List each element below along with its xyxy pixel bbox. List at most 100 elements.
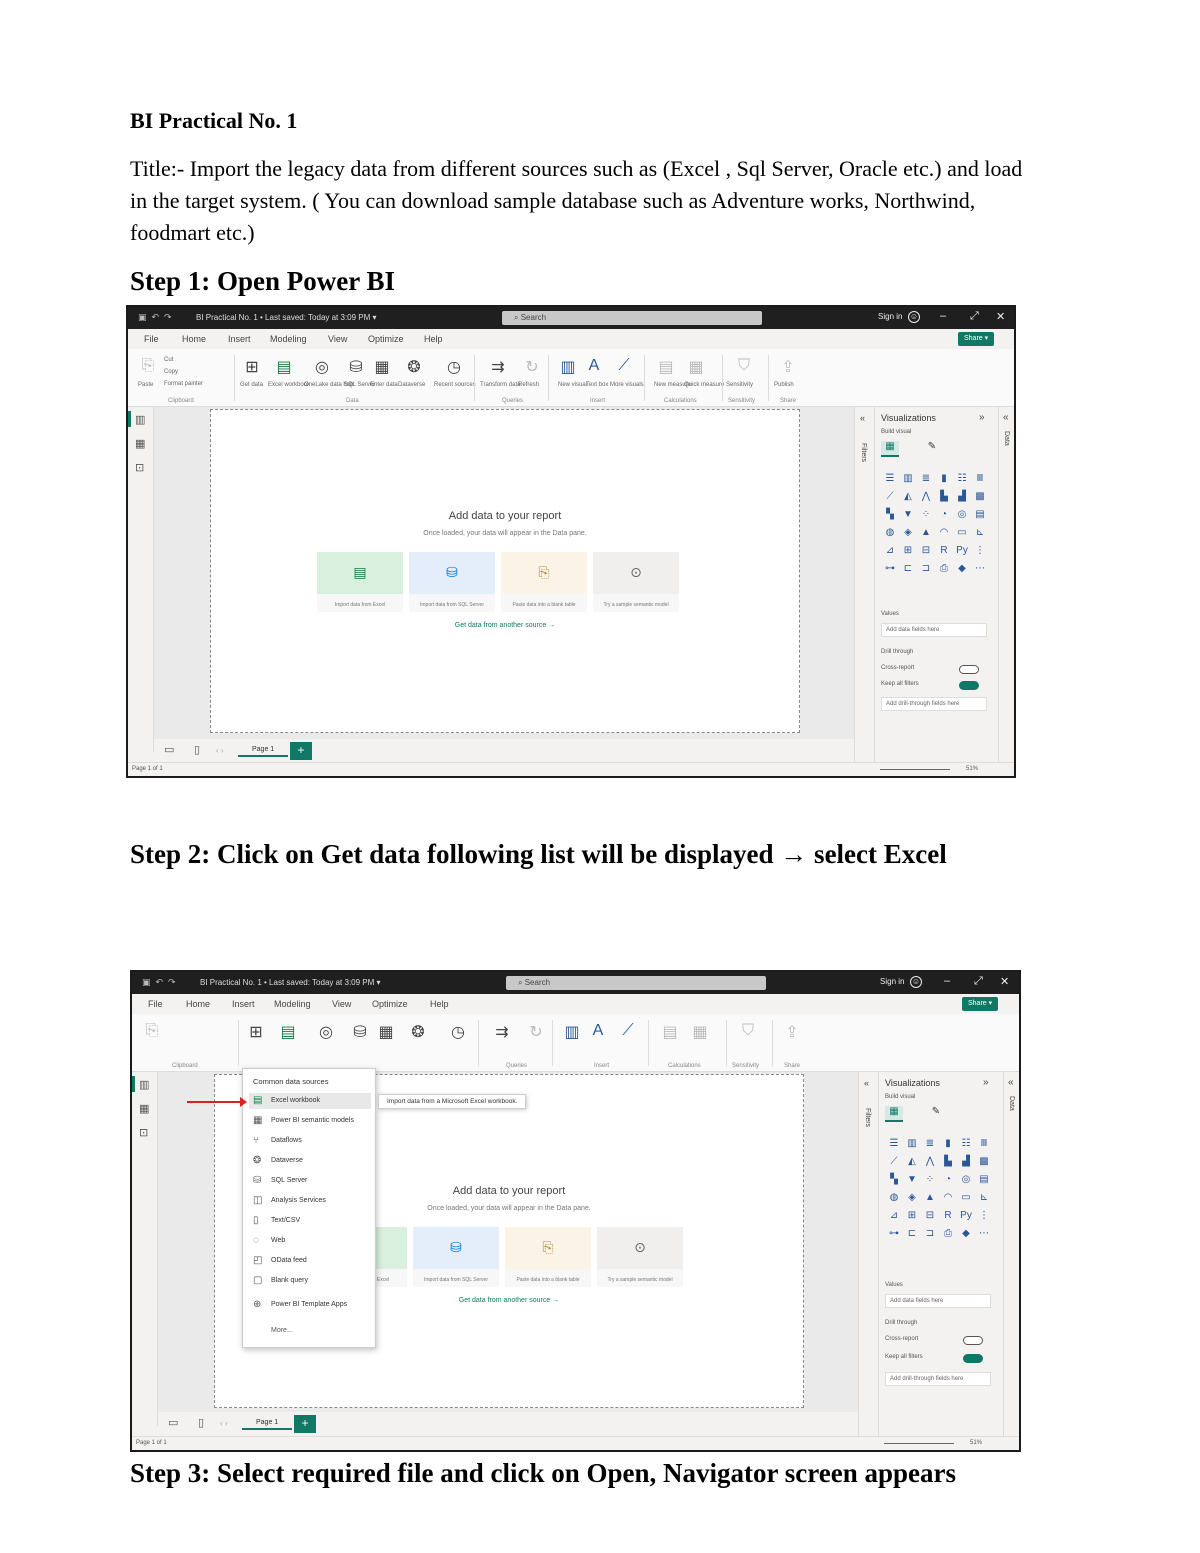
transform-data-icon[interactable]: ⇉ [492, 1022, 512, 1042]
model-view-icon[interactable]: ⊡ [135, 461, 144, 474]
azure-map-icon[interactable]: ▲ [917, 527, 935, 545]
card-icon[interactable]: ▭ [957, 1192, 975, 1210]
menu-view[interactable]: View [332, 999, 351, 1009]
file-title[interactable]: BI Practical No. 1 • Last saved: Today a… [200, 978, 381, 987]
area-chart-icon[interactable]: ◭ [899, 491, 917, 509]
gauge-icon[interactable]: ◠ [939, 1192, 957, 1210]
zoom-level[interactable]: 51% [966, 766, 978, 772]
menu-modeling[interactable]: Modeling [270, 334, 307, 344]
area-chart-icon[interactable]: ◭ [903, 1156, 921, 1174]
close-icon[interactable]: ✕ [1000, 975, 1009, 988]
paste-icon[interactable]: ⎘ [142, 1022, 162, 1042]
build-visual-tab[interactable]: ▦ [885, 1106, 903, 1122]
format-painter-label[interactable]: Format painter [164, 381, 203, 387]
sign-in-link[interactable]: Sign in [878, 312, 902, 321]
r-visual-icon[interactable]: R [935, 545, 953, 563]
menu-file[interactable]: File [148, 999, 163, 1009]
pie-icon[interactable]: ◔ [939, 1174, 957, 1192]
gauge-icon[interactable]: ◠ [935, 527, 953, 545]
import-excel-card[interactable]: ▤ Import data from Excel [317, 552, 403, 612]
onelake-icon[interactable]: ◎ [312, 357, 332, 377]
dropdown-item-dataverse[interactable]: ❂ Dataverse [249, 1153, 371, 1169]
line-column-icon[interactable]: ▙ [939, 1156, 957, 1174]
dropdown-item-blank-query[interactable]: ▢ Blank query [249, 1273, 371, 1289]
treemap-icon[interactable]: ▤ [975, 1174, 993, 1192]
power-apps-icon[interactable]: ◆ [957, 1228, 975, 1246]
dropdown-item-excel-workbook[interactable]: ▤ Excel workbook [249, 1093, 371, 1109]
line-chart-icon[interactable]: ⟋ [881, 491, 899, 509]
slicer-icon[interactable]: ⊿ [881, 545, 899, 563]
new-visual-icon[interactable]: ▥ [562, 1022, 582, 1042]
table-view-icon[interactable]: ▦ [135, 437, 145, 450]
qa-icon[interactable]: ⊏ [899, 563, 917, 581]
expand-icon[interactable]: » [983, 1077, 989, 1088]
sql-server-icon[interactable]: ⛁ [346, 357, 366, 377]
quick-measure-icon[interactable]: ▦ [690, 1022, 710, 1042]
paste-data-card[interactable]: ⎘ Paste data into a blank table [501, 552, 587, 612]
stacked-bar-icon[interactable]: ☰ [885, 1138, 903, 1156]
map-icon[interactable]: ◍ [885, 1192, 903, 1210]
user-icon[interactable]: ☺ [908, 311, 920, 323]
new-measure-icon[interactable]: ▤ [656, 357, 676, 377]
mobile-layout-icon[interactable]: ▯ [194, 743, 200, 756]
new-measure-icon[interactable]: ▤ [660, 1022, 680, 1042]
import-sql-card[interactable]: ⛁ Import data from SQL Server [409, 552, 495, 612]
collapse-icon[interactable]: « [864, 1078, 869, 1088]
enter-data-icon[interactable]: ▦ [372, 357, 392, 377]
enter-data-icon[interactable]: ▦ [376, 1022, 396, 1042]
funnel-icon[interactable]: ▼ [899, 509, 917, 527]
user-icon[interactable]: ☺ [910, 976, 922, 988]
drill-through-well[interactable]: Add drill-through fields here [881, 697, 987, 711]
get-data-icon[interactable]: ⊞ [242, 357, 262, 377]
onelake-icon[interactable]: ◎ [316, 1022, 336, 1042]
stacked-column-icon[interactable]: ▥ [899, 473, 917, 491]
restore-icon[interactable]: ⤢ [970, 310, 979, 323]
collapse-icon[interactable]: « [1003, 412, 1009, 423]
filled-map-icon[interactable]: ◈ [899, 527, 917, 545]
map-icon[interactable]: ◍ [881, 527, 899, 545]
new-visual-icon[interactable]: ▥ [558, 357, 578, 377]
dropdown-item-template-apps[interactable]: ⊕ Power BI Template Apps [249, 1297, 371, 1313]
refresh-icon[interactable]: ↻ [522, 357, 542, 377]
sql-server-icon[interactable]: ⛁ [350, 1022, 370, 1042]
more-visuals-icon[interactable]: ⋯ [975, 1228, 993, 1246]
card-icon[interactable]: ▭ [953, 527, 971, 545]
mobile-layout-icon[interactable]: ▯ [198, 1416, 204, 1429]
zoom-slider[interactable] [884, 1443, 954, 1444]
minimize-icon[interactable]: – [940, 310, 946, 322]
slicer-icon[interactable]: ⊿ [885, 1210, 903, 1228]
dataverse-icon[interactable]: ❂ [404, 357, 424, 377]
table-icon[interactable]: ⊞ [899, 545, 917, 563]
more-visuals-icon[interactable]: ⋯ [971, 563, 989, 581]
page-tab[interactable]: Page 1 [238, 744, 289, 757]
dataverse-icon[interactable]: ❂ [408, 1022, 428, 1042]
excel-icon[interactable]: ▤ [278, 1022, 298, 1042]
sensitivity-icon[interactable]: ⛉ [734, 357, 754, 377]
funnel-icon[interactable]: ▼ [903, 1174, 921, 1192]
file-title[interactable]: BI Practical No. 1 • Last saved: Today a… [196, 313, 377, 322]
donut-icon[interactable]: ◎ [957, 1174, 975, 1192]
cross-report-toggle[interactable] [963, 1336, 983, 1345]
line-clustered-icon[interactable]: ▟ [953, 491, 971, 509]
recent-sources-icon[interactable]: ◷ [444, 357, 464, 377]
decomposition-icon[interactable]: ⊶ [881, 563, 899, 581]
format-visual-tab[interactable]: ✎ [927, 1106, 945, 1122]
model-view-icon[interactable]: ⊡ [139, 1126, 148, 1139]
format-visual-tab[interactable]: ✎ [923, 441, 941, 457]
sample-model-card[interactable]: ⊙ Try a sample semantic model [593, 552, 679, 612]
sample-model-card[interactable]: ⊙ Try a sample semantic model [597, 1227, 683, 1287]
data-pane-rail[interactable]: « Data [998, 407, 1014, 762]
key-influencers-icon[interactable]: ⋮ [971, 545, 989, 563]
narrative-icon[interactable]: ⊐ [921, 1228, 939, 1246]
waterfall-icon[interactable]: ▚ [885, 1174, 903, 1192]
dropdown-item-text-csv[interactable]: ▯ Text/CSV [249, 1213, 371, 1229]
add-page-button[interactable]: + [294, 1415, 316, 1433]
clustered-bar-icon[interactable]: ≣ [917, 473, 935, 491]
collapse-icon[interactable]: « [860, 413, 865, 423]
share-button[interactable]: Share ▾ [958, 332, 995, 346]
paginated-icon[interactable]: ⎙ [939, 1228, 957, 1246]
scatter-icon[interactable]: ⁘ [917, 509, 935, 527]
kpi-icon[interactable]: ⊾ [971, 527, 989, 545]
paste-icon[interactable]: ⎘ [138, 357, 158, 377]
menu-help[interactable]: Help [430, 999, 449, 1009]
